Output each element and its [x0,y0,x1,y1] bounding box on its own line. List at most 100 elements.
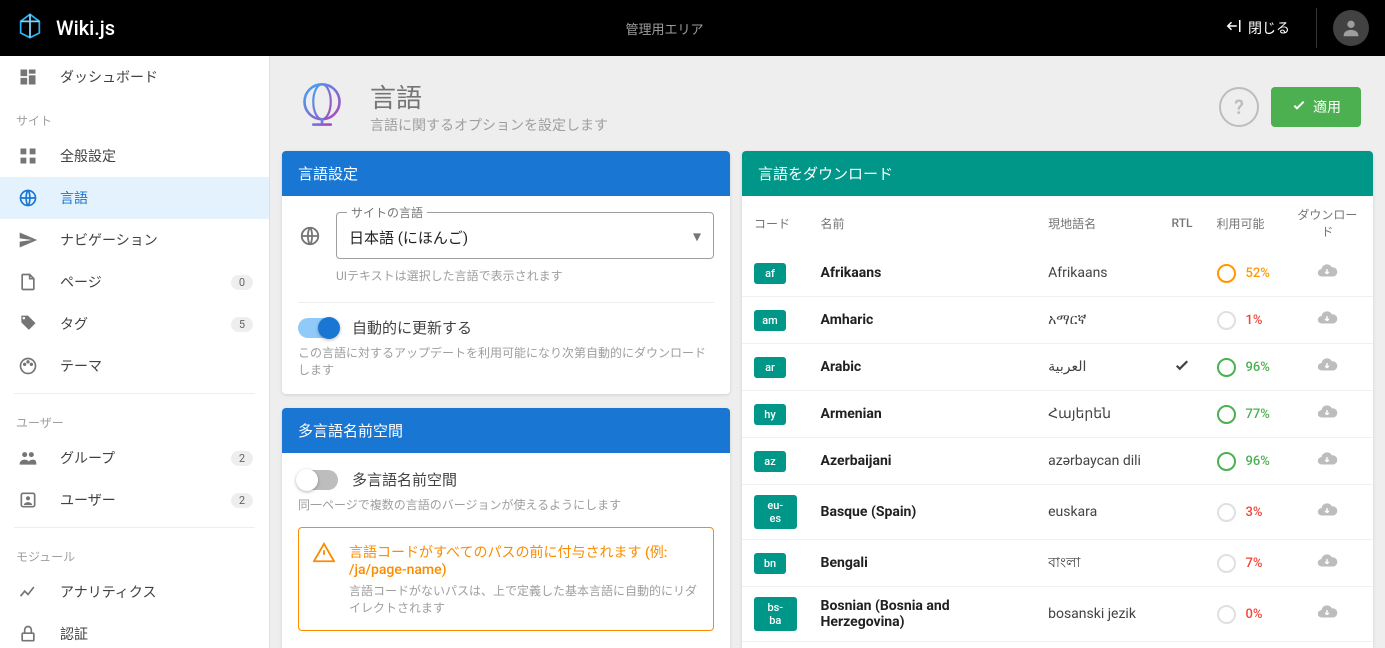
check-icon [1173,356,1191,374]
page-subtitle: 言語に関するオプションを設定します [370,115,608,135]
page-icon [16,270,40,294]
sidebar-item-label: タグ [60,314,88,334]
count-badge: 0 [231,275,253,290]
locale-code-badge: am [754,310,786,331]
locale-code-badge: ar [754,357,786,378]
locale-native: አማርኛ [1036,297,1159,344]
locale-download-table: コード 名前 現地語名 RTL 利用可能 ダウンロード afAfrikaansA… [742,196,1373,648]
sidebar-item-label: ダッシュボード [60,67,158,87]
site-locale-select[interactable]: サイトの言語 日本語 (にほんご) ▾ [336,212,714,259]
sidebar-item-auth[interactable]: 認証 [0,613,269,648]
cloud-download-icon[interactable] [1316,560,1338,576]
alert-title: 言語コードがすべてのパスの前に付与されます (例: /ja/page-name) [349,542,699,578]
namespace-hint: 同一ページで複数の言語のバージョンが使えるようにします [298,496,714,513]
auto-update-label: 自動的に更新する [352,317,472,338]
availability: 7% [1217,554,1270,573]
globe-icon [16,186,40,210]
apply-button[interactable]: 適用 [1271,87,1361,127]
dashboard-icon [16,65,40,89]
sidebar-item-navigation[interactable]: ナビゲーション [0,219,269,261]
sidebar-item-dashboard[interactable]: ダッシュボード [0,56,269,98]
count-badge: 2 [231,451,253,466]
availability: 1% [1217,311,1270,330]
sidebar-section-module: モジュール [0,534,269,571]
locale-name: Arabic [821,359,862,375]
sidebar-item-theme[interactable]: テーマ [0,345,269,387]
count-badge: 5 [231,317,253,332]
count-badge: 2 [231,493,253,508]
cloud-download-icon[interactable] [1316,270,1338,286]
sidebar-item-general[interactable]: 全般設定 [0,135,269,177]
cloud-download-icon[interactable] [1316,509,1338,525]
sidebar-item-label: グループ [60,448,115,468]
rtl-cell [1160,642,1205,648]
table-row: azAzerbaijaniazərbaycan dili96% [742,438,1373,485]
locale-native: bosanski jezik [1036,587,1159,642]
table-row: amAmharicአማርኛ1% [742,297,1373,344]
user-icon [1340,17,1362,39]
sidebar-item-tags[interactable]: タグ 5 [0,303,269,345]
col-rtl: RTL [1160,196,1205,250]
locale-code-badge: bn [754,553,786,574]
locale-name: Bengali [821,555,868,571]
rtl-cell [1160,485,1205,540]
user-avatar[interactable] [1333,10,1369,46]
locale-native: বাংলা [1036,540,1159,587]
col-name: 名前 [809,196,1037,250]
locale-native: Afrikaans [1036,250,1159,297]
warning-icon [313,542,335,616]
auto-update-switch[interactable] [298,318,338,338]
cloud-download-icon[interactable] [1316,611,1338,627]
send-icon [16,228,40,252]
alert-subtitle: 言語コードがないパスは、上で定義した基本言語に自動的にリダイレクトされます [349,582,699,616]
col-native: 現地語名 [1036,196,1159,250]
app-name: Wiki.js [56,16,115,40]
site-locale-hint: UIテキストは選択した言語で表示されます [336,267,714,284]
locale-name: Armenian [821,406,882,422]
area-label: 管理用エリア [115,19,1214,38]
help-button[interactable]: ? [1219,87,1259,127]
app-logo[interactable]: Wiki.js [16,12,115,45]
check-icon [1291,97,1307,117]
table-row: hyArmenianՀայերեն77% [742,391,1373,438]
table-row: bn Bengali বাংলা 7% [742,540,1373,587]
namespace-alert: 言語コードがすべてのパスの前に付与されます (例: /ja/page-name)… [298,527,714,631]
sidebar-item-label: ユーザー [60,490,116,510]
cloud-download-icon[interactable] [1316,364,1338,380]
close-button[interactable]: 閉じる [1214,11,1300,45]
locale-code-badge: eu-es [754,495,797,529]
namespace-switch[interactable] [298,470,338,490]
locale-code-badge: hy [754,404,786,425]
widgets-icon [16,144,40,168]
availability: 0% [1217,605,1270,624]
locale-name: Bosnian (Bosnia and Herzegovina) [821,598,950,630]
availability: 52% [1217,264,1270,283]
sidebar-item-pages[interactable]: ページ 0 [0,261,269,303]
user-icon [16,488,40,512]
sidebar-item-groups[interactable]: グループ 2 [0,437,269,479]
rtl-cell [1160,391,1205,438]
availability: 96% [1217,358,1270,377]
table-row: afAfrikaansAfrikaans52% [742,250,1373,297]
locale-hero-icon [294,79,350,135]
sidebar: ダッシュボード サイト 全般設定 言語 ナビゲーション ページ 0 タグ 5 テ… [0,56,270,648]
locale-native: العربية [1036,344,1159,391]
cloud-download-icon[interactable] [1316,317,1338,333]
sidebar-item-label: テーマ [60,356,102,376]
sidebar-item-users[interactable]: ユーザー 2 [0,479,269,521]
cloud-download-icon[interactable] [1316,458,1338,474]
sidebar-item-locale[interactable]: 言語 [0,177,269,219]
auto-update-hint: この言語に対するアップデートを利用可能になり次第自動的にダウンロードします [298,344,714,378]
select-label: サイトの言語 [347,204,427,221]
rtl-cell [1160,344,1205,391]
sidebar-item-label: ページ [60,272,102,292]
cloud-download-icon[interactable] [1316,411,1338,427]
table-row: eu-esBasque (Spain)euskara3% [742,485,1373,540]
availability: 96% [1217,452,1270,471]
apply-label: 適用 [1313,97,1341,117]
locale-settings-heading: 言語設定 [282,151,730,196]
download-heading: 言語をダウンロード [742,151,1373,196]
sidebar-item-analytics[interactable]: アナリティクス [0,571,269,613]
rtl-cell [1160,540,1205,587]
exit-icon [1224,17,1242,39]
